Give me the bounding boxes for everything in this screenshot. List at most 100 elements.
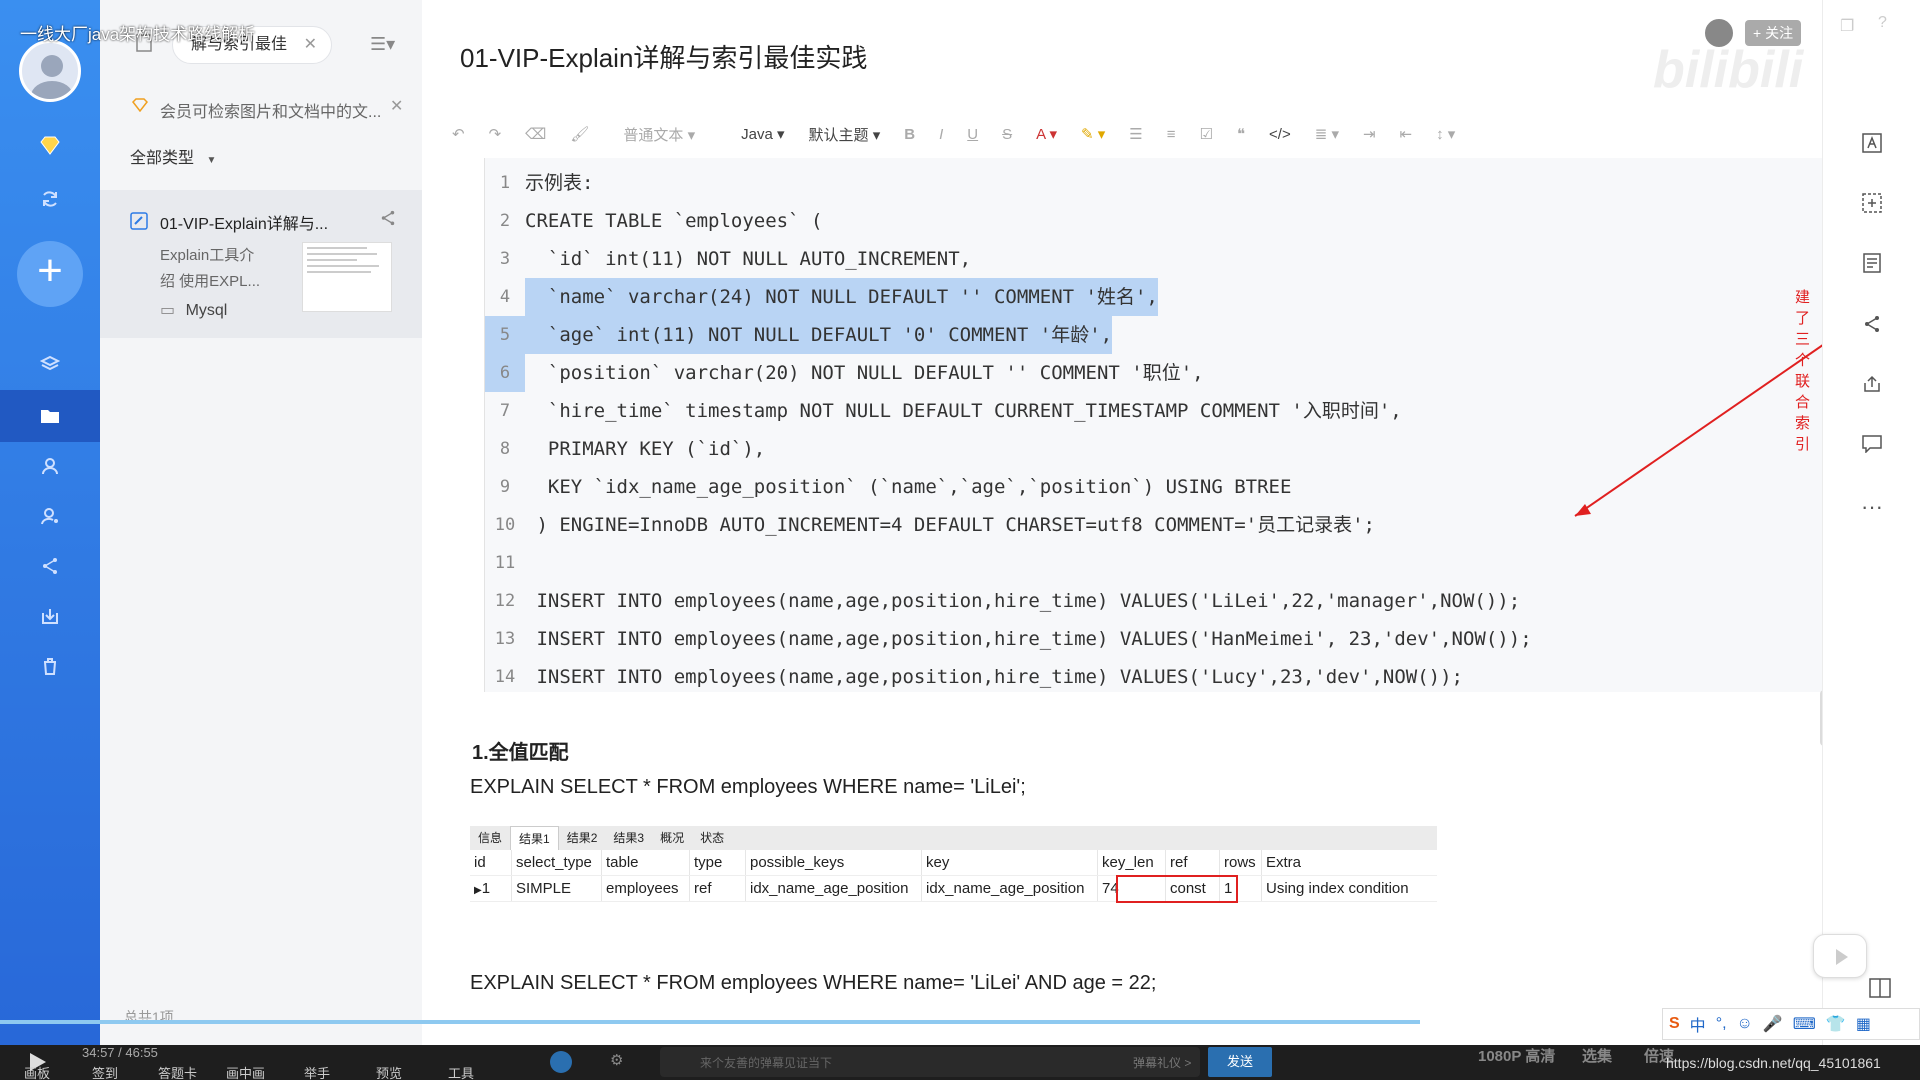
doc-list-item[interactable]: 01-VIP-Explain详解与... Explain工具介 绍 使用EXPL… [100, 190, 422, 338]
tv-play-icon[interactable] [1813, 934, 1867, 978]
code-line-text: CREATE TABLE `employees` ( [525, 210, 823, 232]
code-block-icon[interactable]: </> [1269, 126, 1291, 143]
danmaku-toggle-icon[interactable] [550, 1051, 572, 1073]
code-language-select[interactable]: Java ▾ [741, 125, 784, 143]
paragraph-style-label: 普通文本 [623, 126, 684, 144]
eraser-icon[interactable]: ⌫ [525, 125, 546, 143]
doc-share-icon[interactable] [380, 210, 396, 231]
ime-mic-icon[interactable]: 🎤 [1763, 1014, 1783, 1034]
trash-icon[interactable] [30, 650, 70, 682]
doc-folder[interactable]: ▭ Mysql [160, 300, 227, 320]
bold-icon[interactable]: B [904, 126, 915, 143]
window-restore-icon[interactable]: ❐ [1840, 16, 1854, 36]
bullet-list-icon[interactable]: ☰ [1129, 125, 1142, 143]
paragraph-style-select[interactable]: 普通文本 ▾ [623, 124, 695, 145]
panel-toggle-icon[interactable] [1869, 978, 1891, 1003]
outline-icon[interactable] [1857, 252, 1887, 282]
code-line: 13 INSERT INTO employees(name,age,positi… [485, 620, 1532, 658]
danmaku-input[interactable]: 来个友善的弹幕见证当下 弹幕礼仪 > [660, 1047, 1200, 1077]
result-tab[interactable]: 信息 [470, 826, 510, 850]
control-checkin[interactable]: 签到 [92, 1063, 118, 1080]
help-icon[interactable]: ? [1878, 14, 1887, 32]
right-rail: + 关注 bilibili ··· [1653, 0, 1920, 1045]
theme-select[interactable]: 默认主题 ▾ [809, 124, 881, 145]
list-menu-icon[interactable]: ☰▾ [370, 34, 395, 55]
insert-icon[interactable] [1857, 192, 1887, 222]
text-format-icon[interactable] [1857, 132, 1887, 162]
align-icon[interactable]: ≣ ▾ [1315, 125, 1339, 143]
diamond-icon[interactable] [30, 130, 70, 162]
user-icon[interactable] [30, 450, 70, 482]
layers-icon[interactable] [30, 348, 70, 380]
line-height-icon[interactable]: ↕ ▾ [1436, 125, 1455, 143]
checklist-icon[interactable]: ☑ [1199, 125, 1212, 143]
quality-select[interactable]: 1080P 高清 [1478, 1045, 1555, 1066]
undo-icon[interactable]: ↶ [452, 125, 465, 143]
result-tab[interactable]: 概况 [652, 826, 692, 850]
control-answer-card[interactable]: 答题卡 [158, 1063, 197, 1080]
result-tab[interactable]: 状态 [692, 826, 732, 850]
italic-icon[interactable]: I [939, 126, 943, 143]
folder-icon[interactable] [30, 400, 70, 432]
numbered-list-icon[interactable]: ≡ [1167, 126, 1176, 143]
export-icon[interactable] [1857, 372, 1887, 402]
control-tools[interactable]: 工具 [448, 1063, 474, 1080]
indent-icon[interactable]: ⇥ [1363, 125, 1376, 143]
result-tab[interactable]: 结果1 [510, 826, 559, 850]
outdent-icon[interactable]: ⇤ [1400, 125, 1413, 143]
code-line: 3 `id` int(11) NOT NULL AUTO_INCREMENT, [485, 240, 1532, 278]
video-progress[interactable] [0, 1020, 1420, 1024]
control-raise-hand[interactable]: 举手 [304, 1063, 330, 1080]
query-1: EXPLAIN SELECT * FROM employees WHERE na… [470, 776, 1026, 798]
cell: ref [690, 876, 746, 901]
control-pip[interactable]: 画中画 [226, 1063, 265, 1080]
code-line-text: 示例表: [525, 172, 594, 194]
document-title[interactable]: 01-VIP-Explain详解与索引最佳实践 [460, 38, 867, 75]
ime-punct-icon[interactable]: °, [1716, 1015, 1727, 1033]
result-data-row[interactable]: ▶1 SIMPLE employees ref idx_name_age_pos… [470, 875, 1437, 903]
format-painter-icon[interactable]: 🖌 [570, 125, 589, 143]
quote-icon[interactable]: ❝ [1237, 125, 1245, 143]
ime-keyboard-icon[interactable]: ⌨ [1793, 1014, 1816, 1034]
control-board[interactable]: 画板 [24, 1063, 50, 1080]
send-button[interactable]: 发送 [1208, 1047, 1272, 1077]
control-preview[interactable]: 预览 [376, 1063, 402, 1080]
code-block[interactable]: 1 示例表: 2 CREATE TABLE `employees` ( 3 `id`… [484, 158, 1834, 692]
ime-lang-icon[interactable]: 中 [1690, 1012, 1706, 1036]
download-icon[interactable] [30, 600, 70, 632]
danmaku-settings-icon[interactable]: ⚙ [610, 1051, 623, 1069]
episodes-button[interactable]: 选集 [1582, 1045, 1612, 1066]
code-line-text: `position` varchar(20) NOT NULL DEFAULT … [525, 362, 1204, 384]
underline-icon[interactable]: U [967, 126, 978, 143]
ime-skin-icon[interactable]: 👕 [1826, 1014, 1846, 1034]
code-line-text: `hire_time` timestamp NOT NULL DEFAULT C… [525, 400, 1402, 422]
ime-emoji-icon[interactable]: ☺ [1737, 1015, 1753, 1033]
more-icon[interactable]: ··· [1857, 492, 1887, 522]
ime-toolbar[interactable]: S 中 °, ☺ 🎤 ⌨ 👕 ▦ [1662, 1008, 1920, 1040]
share-icon[interactable] [30, 550, 70, 582]
cell: ▶1 [470, 876, 512, 901]
close-icon[interactable]: ✕ [304, 27, 317, 63]
notice-close-icon[interactable]: ✕ [390, 96, 403, 116]
font-color-icon[interactable]: A ▾ [1036, 125, 1057, 143]
code-line: 14 INSERT INTO employees(name,age,positi… [485, 658, 1532, 696]
type-filter[interactable]: 全部类型 ▼ [130, 144, 216, 168]
result-tab[interactable]: 结果2 [559, 826, 606, 850]
add-button[interactable]: + [17, 241, 83, 307]
sync-icon[interactable] [30, 183, 70, 215]
result-tab[interactable]: 结果3 [605, 826, 652, 850]
redo-icon[interactable]: ↷ [489, 125, 502, 143]
code-language-label: Java [741, 126, 773, 143]
danmaku-etiquette[interactable]: 弹幕礼仪 > [1133, 1054, 1191, 1071]
left-rail: + [0, 0, 100, 1045]
comment-icon[interactable] [1857, 432, 1887, 462]
user-settings-icon[interactable] [30, 500, 70, 532]
user-avatar[interactable] [19, 40, 81, 102]
highlight-icon[interactable]: ✎ ▾ [1081, 125, 1105, 143]
ime-grid-icon[interactable]: ▦ [1856, 1014, 1871, 1034]
doc-preview-line-2: 绍 使用EXPL... [160, 273, 261, 290]
col-header: select_type [512, 850, 602, 875]
share-right-icon[interactable] [1857, 312, 1887, 342]
strikethrough-icon[interactable]: S [1002, 126, 1012, 143]
member-notice[interactable]: 会员可检索图片和文档中的文... [160, 98, 380, 122]
